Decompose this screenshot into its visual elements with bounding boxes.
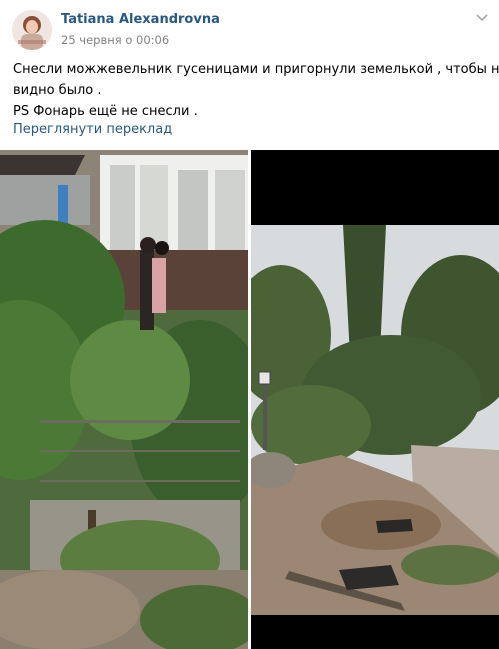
post-text-line: Снесли можжевельник гусеницами и пригорн… [13,62,499,77]
post-text-line: видно было . [13,83,102,98]
avatar[interactable] [12,10,52,50]
post-author[interactable]: Tatiana Alexandrovna [61,12,220,27]
post-photo-1[interactable] [0,150,248,649]
post-date[interactable]: 25 червня о 00:06 [61,33,169,47]
post-text: Снесли можжевельник гусеницами и пригорн… [13,59,499,122]
wall-post: Tatiana Alexandrovna 25 червня о 00:06 С… [0,0,499,649]
translate-link[interactable]: Переглянути переклад [13,122,172,137]
post-photo-2[interactable] [251,150,499,649]
chevron-down-icon [476,7,488,26]
post-text-line: PS Фонарь ещё не снесли . [13,104,198,119]
post-menu-button[interactable] [471,7,493,27]
